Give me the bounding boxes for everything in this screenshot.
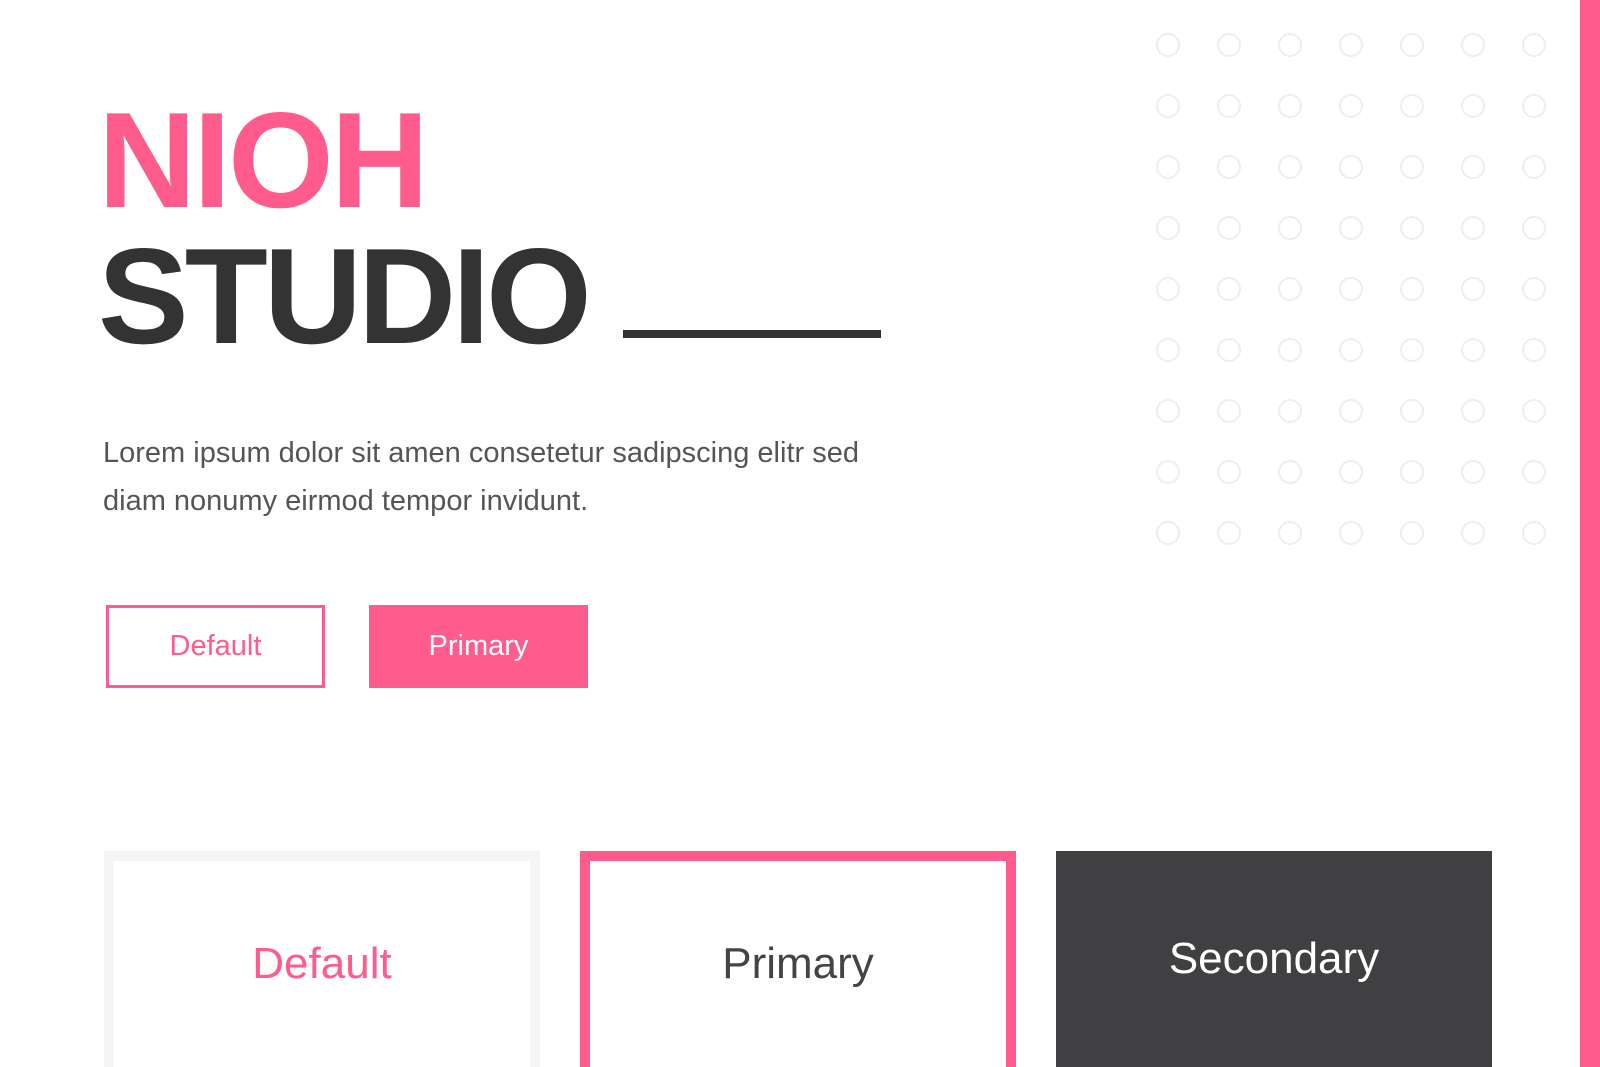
decorative-dot: [1339, 33, 1363, 57]
decorative-dot: [1278, 399, 1302, 423]
decorative-dot: [1461, 94, 1485, 118]
primary-card-label: Primary: [722, 939, 874, 988]
secondary-card-label: Secondary: [1168, 934, 1380, 983]
brand-title-nioh: NIOH: [98, 84, 429, 236]
decorative-dot: [1522, 216, 1546, 240]
decorative-dot: [1461, 521, 1485, 545]
decorative-dot: [1461, 460, 1485, 484]
decorative-dot: [1217, 277, 1241, 301]
decorative-dot: [1522, 33, 1546, 57]
decorative-dot: [1522, 460, 1546, 484]
decorative-dot: [1400, 460, 1424, 484]
decorative-dot: [1461, 155, 1485, 179]
decorative-dot: [1461, 338, 1485, 362]
default-button[interactable]: Default: [106, 605, 325, 688]
decorative-dot: [1217, 155, 1241, 179]
brand-title-studio: STUDIO: [98, 220, 592, 372]
decorative-dot: [1339, 460, 1363, 484]
decorative-dot: [1522, 521, 1546, 545]
decorative-dot: [1156, 460, 1180, 484]
decorative-dot: [1522, 338, 1546, 362]
decorative-dot: [1217, 460, 1241, 484]
decorative-dot: [1156, 521, 1180, 545]
decorative-dot: [1461, 216, 1485, 240]
decorative-dot: [1400, 338, 1424, 362]
secondary-card[interactable]: Secondary: [1056, 851, 1492, 1067]
default-card-label: Default: [252, 939, 392, 988]
title-underline: [623, 330, 881, 338]
decorative-dot: [1461, 277, 1485, 301]
primary-card[interactable]: Primary: [580, 851, 1016, 1067]
decorative-dot: [1339, 399, 1363, 423]
right-accent-bar: [1580, 0, 1600, 1067]
decorative-dot: [1156, 155, 1180, 179]
decorative-dot: [1339, 277, 1363, 301]
decorative-dot: [1156, 216, 1180, 240]
decorative-dot: [1400, 33, 1424, 57]
decorative-dot: [1339, 216, 1363, 240]
dot-grid-decoration: [1156, 33, 1552, 545]
decorative-dot: [1400, 399, 1424, 423]
decorative-dot: [1461, 33, 1485, 57]
decorative-dot: [1522, 277, 1546, 301]
decorative-dot: [1339, 521, 1363, 545]
decorative-dot: [1156, 277, 1180, 301]
decorative-dot: [1217, 216, 1241, 240]
decorative-dot: [1278, 33, 1302, 57]
decorative-dot: [1217, 338, 1241, 362]
decorative-dot: [1217, 94, 1241, 118]
decorative-dot: [1522, 399, 1546, 423]
decorative-dot: [1217, 33, 1241, 57]
decorative-dot: [1400, 155, 1424, 179]
default-card[interactable]: Default: [104, 851, 540, 1067]
decorative-dot: [1522, 94, 1546, 118]
decorative-dot: [1278, 216, 1302, 240]
decorative-dot: [1339, 155, 1363, 179]
decorative-dot: [1400, 521, 1424, 545]
decorative-dot: [1278, 277, 1302, 301]
primary-button[interactable]: Primary: [369, 605, 588, 688]
decorative-dot: [1400, 94, 1424, 118]
decorative-dot: [1217, 399, 1241, 423]
decorative-dot: [1156, 33, 1180, 57]
decorative-dot: [1461, 399, 1485, 423]
decorative-dot: [1278, 94, 1302, 118]
decorative-dot: [1339, 94, 1363, 118]
decorative-dot: [1522, 155, 1546, 179]
decorative-dot: [1400, 277, 1424, 301]
decorative-dot: [1278, 460, 1302, 484]
decorative-dot: [1217, 521, 1241, 545]
decorative-dot: [1156, 338, 1180, 362]
decorative-dot: [1278, 521, 1302, 545]
hero-description: Lorem ipsum dolor sit amen consetetur sa…: [103, 437, 859, 517]
decorative-dot: [1278, 155, 1302, 179]
decorative-dot: [1156, 399, 1180, 423]
decorative-dot: [1339, 338, 1363, 362]
decorative-dot: [1156, 94, 1180, 118]
decorative-dot: [1278, 338, 1302, 362]
decorative-dot: [1400, 216, 1424, 240]
